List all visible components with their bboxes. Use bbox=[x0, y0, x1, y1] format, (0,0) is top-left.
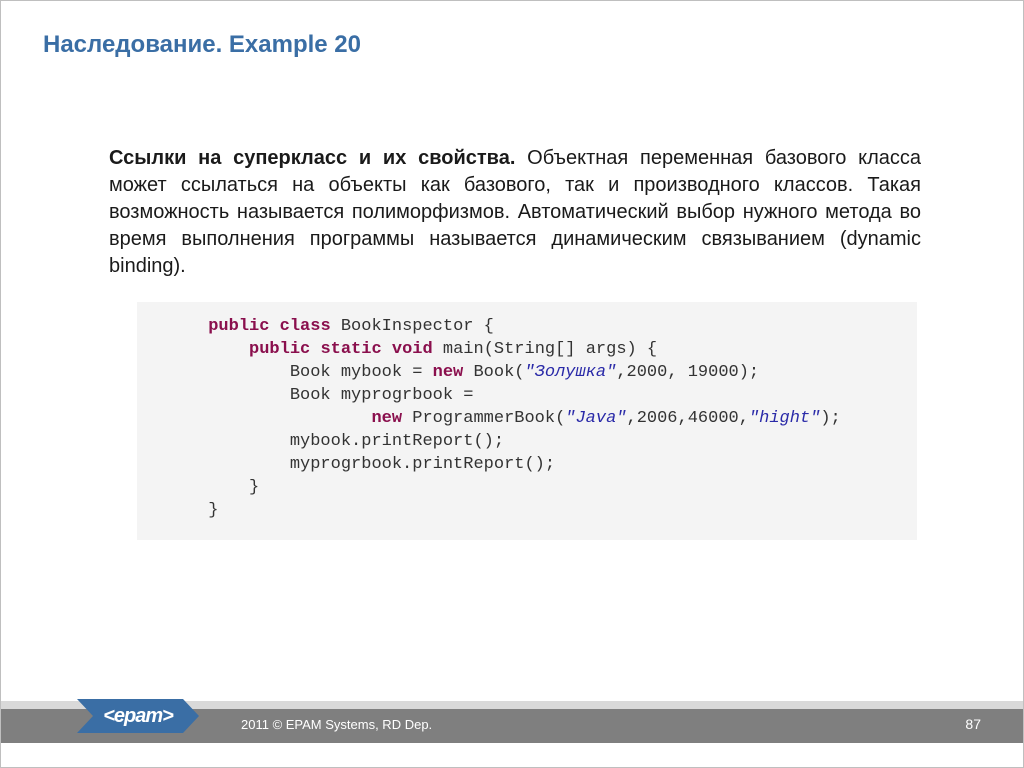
code-line-7: myprogrbook.printReport(); bbox=[147, 455, 555, 474]
slide: Наследование. Example 20 Ссылки на супер… bbox=[0, 0, 1024, 768]
code-line-1: public class BookInspector { bbox=[147, 317, 494, 336]
paragraph-lead: Ссылки на суперкласс и их свойства. bbox=[109, 147, 515, 169]
code-line-6: mybook.printReport(); bbox=[147, 432, 504, 451]
slide-body: Ссылки на суперкласс и их свойства. Объе… bbox=[109, 145, 921, 540]
code-line-2: public static void main(String[] args) { bbox=[147, 340, 657, 359]
code-block: public class BookInspector { public stat… bbox=[137, 302, 917, 540]
body-paragraph: Ссылки на суперкласс и их свойства. Объе… bbox=[109, 145, 921, 280]
footer-bar: <epam> 2011 © EPAM Systems, RD Dep. 87 bbox=[1, 709, 1023, 743]
code-line-4: Book myprogrbook = bbox=[147, 386, 473, 405]
epam-logo: <epam> bbox=[77, 699, 199, 733]
slide-title: Наследование. Example 20 bbox=[43, 31, 361, 59]
page-number: 87 bbox=[965, 716, 981, 732]
code-line-5: new ProgrammerBook("Java",2006,46000,"hi… bbox=[147, 409, 841, 428]
code-line-9: } bbox=[147, 501, 218, 520]
footer-copyright: 2011 © EPAM Systems, RD Dep. bbox=[241, 717, 432, 732]
code-line-8: } bbox=[147, 478, 259, 497]
logo-text: <epam> bbox=[103, 705, 173, 728]
code-line-3: Book mybook = new Book("Золушка",2000, 1… bbox=[147, 363, 759, 382]
